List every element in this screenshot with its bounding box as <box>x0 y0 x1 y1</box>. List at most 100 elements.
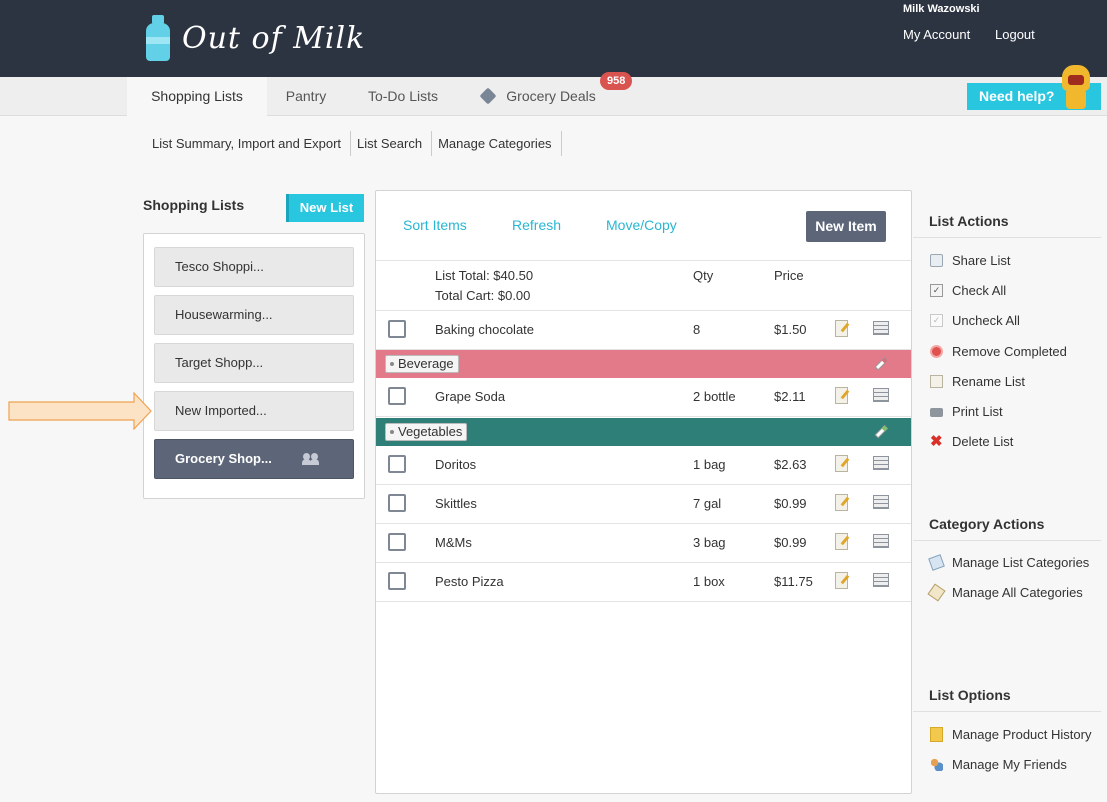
list-item-housewarming[interactable]: Housewarming... <box>154 295 354 335</box>
list-label: Tesco Shoppi... <box>175 259 264 274</box>
item-menu-icon[interactable] <box>873 456 889 470</box>
remove-completed-action[interactable]: Remove Completed <box>930 342 1067 360</box>
item-name: Skittles <box>435 496 477 511</box>
app-logo[interactable]: Out of Milk <box>146 14 365 62</box>
list-item-tesco[interactable]: Tesco Shoppi... <box>154 247 354 287</box>
list-item: M&Ms 3 bag $0.99 <box>376 524 911 563</box>
category-header-beverage: Beverage <box>376 350 911 378</box>
manage-my-friends-action[interactable]: Manage My Friends <box>930 755 1067 773</box>
tag-icon <box>479 87 497 105</box>
sort-items-link[interactable]: Sort Items <box>403 217 467 233</box>
category-edit-icon[interactable] <box>873 356 889 372</box>
item-checkbox[interactable] <box>388 494 406 512</box>
manage-product-history-action[interactable]: Manage Product History <box>930 725 1091 743</box>
manage-list-categories-action[interactable]: Manage List Categories <box>928 553 1089 571</box>
edit-icon[interactable] <box>835 387 848 404</box>
share-list-action[interactable]: Share List <box>930 251 1011 269</box>
history-icon <box>930 726 943 742</box>
check-all-icon: ✓ <box>930 283 943 297</box>
item-qty: 3 bag <box>693 535 726 550</box>
list-item-new-imported[interactable]: New Imported... <box>154 391 354 431</box>
price-header: Price <box>774 268 804 283</box>
deals-count-badge: 958 <box>600 72 633 90</box>
tab-label: Shopping Lists <box>151 88 243 104</box>
item-name: Pesto Pizza <box>435 574 504 589</box>
tab-label: To-Do Lists <box>367 88 439 104</box>
qty-header: Qty <box>693 268 714 283</box>
item-checkbox[interactable] <box>388 455 406 473</box>
manage-all-categories-action[interactable]: Manage All Categories <box>927 582 1083 602</box>
edit-icon[interactable] <box>835 320 848 337</box>
edit-icon[interactable] <box>835 455 848 472</box>
action-label: Manage Product History <box>952 726 1092 742</box>
subnav-list-search[interactable]: List Search <box>351 131 433 156</box>
item-name: Grape Soda <box>435 389 506 404</box>
subnav-manage-categories[interactable]: Manage Categories <box>432 131 562 156</box>
action-label: Check All <box>952 282 1007 298</box>
category-tag[interactable]: Vegetables <box>385 423 468 441</box>
item-menu-icon[interactable] <box>873 573 889 587</box>
item-menu-icon[interactable] <box>873 321 889 335</box>
refresh-link[interactable]: Refresh <box>512 217 561 233</box>
list-toolbar: Sort Items Refresh Move/Copy New Item <box>376 191 911 261</box>
subnav-list-summary[interactable]: List Summary, Import and Export <box>146 131 352 156</box>
move-copy-link[interactable]: Move/Copy <box>606 217 677 233</box>
my-account-link[interactable]: My Account <box>903 27 970 42</box>
new-list-button[interactable]: New List <box>286 194 364 222</box>
list-item-target[interactable]: Target Shopp... <box>154 343 354 383</box>
logout-link[interactable]: Logout <box>995 27 1035 42</box>
edit-icon[interactable] <box>835 494 848 511</box>
rename-list-action[interactable]: Rename List <box>930 372 1025 390</box>
main-tabs: Shopping Lists Pantry To-Do Lists Grocer… <box>0 72 1107 117</box>
tab-grocery-deals[interactable]: Grocery Deals <box>464 77 614 116</box>
edit-icon[interactable] <box>835 533 848 550</box>
tab-pantry[interactable]: Pantry <box>268 77 344 116</box>
milk-bottle-icon <box>146 15 170 61</box>
check-all-action[interactable]: ✓ Check All <box>930 281 1006 299</box>
edit-icon[interactable] <box>835 572 848 589</box>
shopping-lists-title: Shopping Lists <box>143 197 245 213</box>
category-tag[interactable]: Beverage <box>385 355 459 373</box>
print-list-action[interactable]: Print List <box>930 402 1003 420</box>
tab-label: Grocery Deals <box>506 88 596 104</box>
item-name: Doritos <box>435 457 477 472</box>
item-checkbox[interactable] <box>388 320 406 338</box>
item-qty: 1 box <box>693 574 725 589</box>
list-categories-icon <box>928 553 945 571</box>
uncheck-all-action[interactable]: ✓ Uncheck All <box>930 311 1020 329</box>
list-panel: Sort Items Refresh Move/Copy New Item Li… <box>375 190 912 794</box>
tab-label: Pantry <box>285 88 327 104</box>
item-price: $0.99 <box>774 496 807 511</box>
item-menu-icon[interactable] <box>873 388 889 402</box>
item-menu-icon[interactable] <box>873 495 889 509</box>
friends-icon <box>930 757 943 771</box>
item-menu-icon[interactable] <box>873 534 889 548</box>
shared-friends-icon <box>302 453 319 465</box>
list-item: Pesto Pizza 1 box $11.75 <box>376 563 911 602</box>
tab-todo-lists[interactable]: To-Do Lists <box>352 77 454 116</box>
top-bar: Out of Milk Milk Wazowski My Account Log… <box>0 0 1107 77</box>
pointer-arrow-icon <box>8 392 152 430</box>
action-label: Share List <box>952 252 1011 268</box>
delete-list-action[interactable]: ✖ Delete List <box>930 432 1013 450</box>
app-name: Out of Milk <box>182 20 366 56</box>
item-checkbox[interactable] <box>388 572 406 590</box>
tab-shopping-lists[interactable]: Shopping Lists <box>127 77 267 117</box>
list-item: Doritos 1 bag $2.63 <box>376 446 911 485</box>
action-label: Remove Completed <box>952 343 1067 359</box>
list-item-grocery[interactable]: Grocery Shop... <box>154 439 354 479</box>
action-label: Uncheck All <box>952 312 1020 328</box>
total-cart: Total Cart: $0.00 <box>435 288 531 303</box>
list-label: Housewarming... <box>175 307 273 322</box>
item-checkbox[interactable] <box>388 387 406 405</box>
rename-icon <box>930 374 943 388</box>
new-item-button[interactable]: New Item <box>806 211 886 242</box>
item-qty: 7 gal <box>693 496 722 511</box>
item-checkbox[interactable] <box>388 533 406 551</box>
list-summary: List Total: $40.50 Total Cart: $0.00 Qty… <box>376 261 911 311</box>
list-label: Grocery Shop... <box>175 451 272 466</box>
item-price: $0.99 <box>774 535 807 550</box>
list-actions-title: List Actions <box>913 204 1101 238</box>
print-icon <box>930 408 943 417</box>
category-edit-icon[interactable] <box>873 424 889 440</box>
